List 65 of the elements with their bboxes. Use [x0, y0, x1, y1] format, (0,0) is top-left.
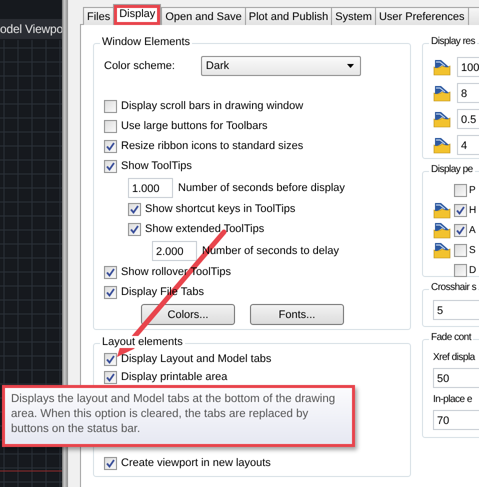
option-label: H — [469, 204, 476, 216]
option-label: Resize ribbon icons to standard sizes — [121, 140, 304, 152]
group-title: Window Elements — [100, 36, 192, 48]
checkbox[interactable] — [454, 244, 467, 256]
number-field[interactable]: 4 — [457, 135, 479, 155]
dropdown-value: Dark — [206, 60, 230, 72]
checkbox[interactable] — [128, 202, 141, 216]
layer-icon — [434, 86, 450, 102]
tab[interactable]: System — [331, 7, 376, 25]
option-label: Create viewport in new layouts — [121, 457, 271, 469]
caret-icon — [346, 64, 354, 68]
option-label: Show extended ToolTips — [145, 223, 264, 235]
checkbox[interactable] — [104, 456, 117, 470]
tooltip: Displays the layout and Model tabs at the bottom of the drawing area. When this option is cleared, the tabs are replaced by buttons on the status bar. — [2, 385, 355, 447]
checkbox[interactable] — [104, 120, 117, 132]
option-label: Use large buttons for Toolbars — [121, 120, 268, 132]
checkbox[interactable] — [454, 184, 467, 196]
field-label: Xref displa — [433, 351, 476, 365]
field-label: In-place e — [433, 393, 473, 407]
tab[interactable]: Files — [83, 7, 114, 25]
color-scheme-dropdown[interactable]: Dark — [200, 56, 361, 76]
checkbox[interactable] — [454, 204, 467, 216]
number-field[interactable]: 100 — [457, 57, 479, 77]
option-label: P — [469, 184, 476, 196]
group-title: Layout elements — [100, 336, 185, 348]
checkbox[interactable] — [454, 264, 467, 276]
option-label: Show shortcut keys in ToolTips — [145, 203, 296, 215]
option-label: Display scroll bars in drawing window — [121, 100, 304, 112]
checkbox[interactable] — [104, 286, 117, 298]
option-label: D — [469, 264, 476, 276]
layer-icon — [434, 112, 450, 128]
number-field[interactable]: 50 — [433, 368, 479, 388]
layer-icon — [434, 138, 450, 154]
option-label: Display Layout and Model tabs — [121, 353, 272, 365]
field-label: Color scheme: — [104, 60, 175, 72]
field-label: Number of seconds before display — [178, 182, 345, 194]
tab[interactable]: User Preferences — [374, 7, 469, 25]
layer-icon — [434, 60, 450, 76]
group-title: Fade cont — [429, 332, 473, 343]
checkbox[interactable] — [104, 352, 117, 366]
number-field[interactable]: 1.000 — [128, 178, 173, 198]
option-label: Display printable area — [121, 371, 228, 383]
checkbox[interactable] — [128, 222, 141, 236]
dialog-button[interactable]: Fonts... — [250, 304, 344, 325]
tab[interactable]: Open and Save — [161, 7, 246, 25]
number-field[interactable]: 5 — [433, 300, 479, 320]
tab[interactable]: Plot and Publish — [244, 7, 332, 25]
number-field[interactable]: 8 — [457, 83, 479, 103]
checkbox[interactable] — [454, 224, 467, 236]
number-field[interactable]: 0.5 — [457, 109, 479, 129]
checkbox[interactable] — [104, 140, 117, 152]
number-field[interactable]: 70 — [433, 410, 479, 430]
checkbox[interactable] — [104, 370, 117, 384]
group-title: Crosshair s — [429, 282, 478, 293]
checkbox[interactable] — [104, 160, 117, 172]
group-title: Display res — [429, 36, 477, 47]
option-label: Show ToolTips — [121, 160, 192, 172]
number-field[interactable]: 2.000 — [152, 240, 197, 260]
option-label: S — [469, 244, 476, 256]
checkbox[interactable] — [104, 100, 117, 112]
tab[interactable]: Display — [113, 4, 162, 25]
group-title: Display pe — [429, 164, 475, 175]
option-label: A — [469, 224, 476, 236]
checkbox[interactable] — [104, 266, 117, 278]
dialog-button[interactable]: Colors... — [141, 304, 235, 325]
